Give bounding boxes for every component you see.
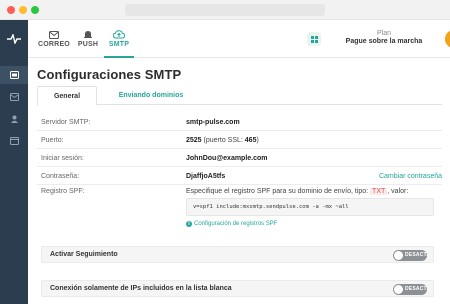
port-label: Puerto:: [41, 136, 64, 144]
tab-smtp-label: SMTP: [108, 41, 130, 48]
plan-subtitle: Pague sobre la marcha: [345, 38, 423, 45]
sidebar-item-reports[interactable]: [0, 132, 28, 150]
spf-desc-before: Especifique el registro SPF para su domi…: [186, 188, 371, 195]
top-navigation: CORREO PUSH SMTP Plan Pague sobre la mar…: [28, 20, 450, 58]
toggle-knob: [394, 285, 403, 294]
mail-icon: [9, 93, 19, 101]
password-label: Contraseña:: [41, 172, 80, 180]
tab-smtp[interactable]: SMTP: [104, 20, 134, 58]
row-login: Iniciar sesión: JohnDou@example.com: [37, 150, 442, 167]
sidebar-item-users[interactable]: [0, 110, 28, 128]
sidebar-item-mail[interactable]: [0, 88, 28, 106]
plan-info[interactable]: Plan Pague sobre la marcha: [328, 30, 440, 45]
row-password: Contraseña: DjaffjoA5tfs Cambiar contras…: [37, 168, 442, 185]
row-smtp-server: Servidor SMTP: smtp-pulse.com: [37, 114, 442, 131]
change-password-link[interactable]: Cambiar contraseña: [379, 173, 442, 180]
tab-general[interactable]: General: [37, 86, 97, 106]
ssl-port-prefix: (puerto SSL:: [203, 136, 245, 144]
ssl-port-suffix: ): [256, 136, 259, 144]
spf-help-text: Configuración de registros SPF: [194, 221, 278, 227]
info-icon: i: [186, 221, 192, 227]
row-port: Puerto: 2525 (puerto SSL: 465): [37, 132, 442, 149]
whitelist-toggle-state: DESACT.: [405, 286, 428, 292]
bell-icon: [84, 31, 92, 38]
plan-grid-button[interactable]: [307, 32, 321, 46]
sidebar-item-settings[interactable]: [0, 66, 28, 84]
minimize-window-button[interactable]: [19, 6, 27, 14]
main-content: Configuraciones SMTP General Enviando do…: [28, 58, 450, 304]
spf-description: Especifique el registro SPF para su domi…: [186, 188, 408, 195]
plan-title: Plan: [376, 30, 391, 37]
tab-correo-label: CORREO: [38, 40, 70, 48]
tracking-label: Activar Seguimiento: [50, 251, 118, 258]
spf-desc-after: , valor:: [387, 188, 409, 195]
tab-push[interactable]: PUSH: [76, 20, 100, 58]
spf-label: Registro SPF:: [41, 188, 85, 195]
port-value: 2525: [186, 136, 202, 144]
tab-correo[interactable]: CORREO: [38, 20, 70, 58]
toggle-knob: [394, 251, 403, 260]
window-titlebar: [0, 0, 450, 20]
tab-push-label: PUSH: [77, 41, 99, 48]
pulse-logo-icon[interactable]: [0, 20, 28, 58]
calendar-icon: [9, 137, 19, 145]
spf-record-type: TXT: [370, 188, 388, 195]
spf-code-box[interactable]: v=spf1 include:mxsmtp.sendpulse.com -a -…: [186, 198, 434, 216]
smtp-server-value: smtp-pulse.com: [186, 118, 240, 126]
whitelist-label: Conexión solamente de IPs incluidos en l…: [50, 285, 232, 292]
settings-tabs: General Enviando dominios: [37, 86, 442, 106]
password-value: DjaffjoA5tfs: [186, 172, 226, 180]
tab-sending-domains[interactable]: Enviando dominios: [104, 86, 198, 105]
spf-help-link[interactable]: i Configuración de registros SPF: [186, 221, 277, 227]
maximize-window-button[interactable]: [31, 6, 39, 14]
port-value-group: 2525 (puerto SSL: 465): [186, 137, 259, 144]
login-value: JohnDou@example.com: [186, 154, 268, 162]
whitelist-toggle[interactable]: DESACT.: [393, 284, 428, 295]
page-title: Configuraciones SMTP: [37, 67, 182, 82]
cloud-icon: [113, 30, 125, 39]
tracking-toggle-state: DESACT.: [405, 252, 428, 258]
ssl-port-value: 465: [244, 136, 257, 144]
avatar[interactable]: [445, 30, 450, 48]
whitelist-panel: Conexión solamente de IPs incluidos en l…: [41, 280, 434, 297]
close-window-button[interactable]: [7, 6, 15, 14]
tracking-panel: Activar Seguimiento DESACT.: [41, 246, 434, 263]
address-bar[interactable]: [125, 4, 325, 16]
settings-icon: [9, 71, 19, 79]
smtp-server-label: Servidor SMTP:: [41, 118, 91, 126]
avatar-face-icon: [445, 30, 450, 48]
user-icon: [10, 115, 18, 123]
grid-icon: [310, 35, 318, 43]
left-sidebar: [0, 20, 28, 304]
tracking-toggle[interactable]: DESACT.: [393, 250, 428, 261]
login-label: Iniciar sesión:: [41, 154, 84, 162]
envelope-icon: [49, 30, 59, 39]
